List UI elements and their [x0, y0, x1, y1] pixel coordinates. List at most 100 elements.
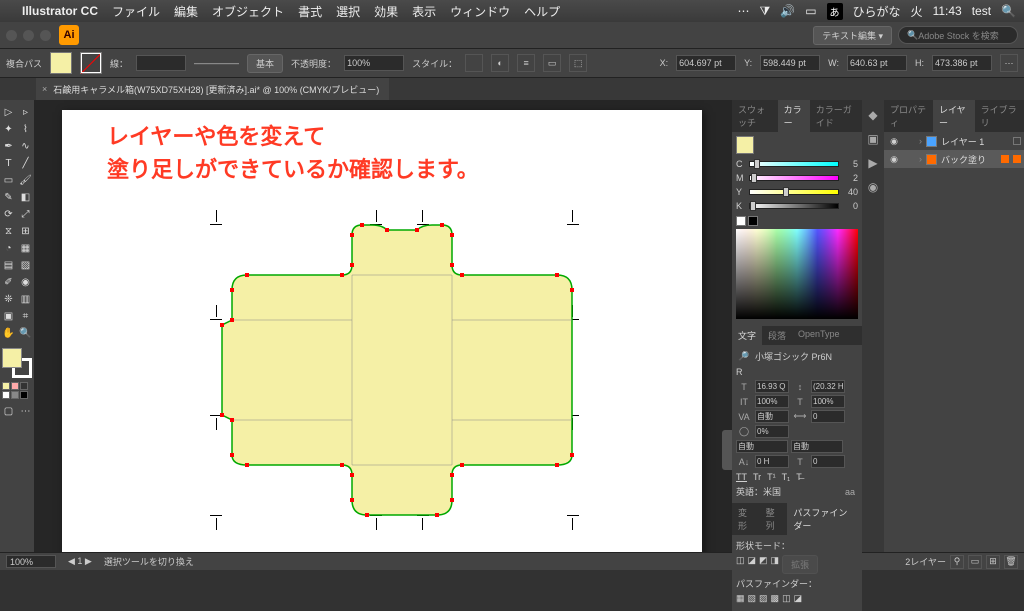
- hand-tool[interactable]: ✋: [0, 325, 17, 342]
- outline-button[interactable]: ◫: [782, 593, 791, 604]
- curvature-tool[interactable]: ∿: [17, 138, 34, 155]
- tab-pathfinder[interactable]: パスファインダー: [787, 503, 862, 535]
- window-zoom-button[interactable]: [40, 30, 51, 41]
- tab-swatches[interactable]: スウォッチ: [732, 100, 778, 132]
- direct-selection-tool[interactable]: ▹: [17, 104, 34, 121]
- menu-help[interactable]: ヘルプ: [524, 3, 560, 20]
- tab-character[interactable]: 文字: [732, 326, 762, 345]
- tab-align[interactable]: 整列: [760, 503, 788, 535]
- artboard-nav[interactable]: ◀ 1 ▶: [68, 556, 92, 567]
- char-rotate-input[interactable]: [811, 455, 845, 468]
- minus-front-button[interactable]: ◪: [748, 555, 757, 574]
- slice-tool[interactable]: ⌗: [17, 308, 34, 325]
- current-fill-swatch[interactable]: [736, 136, 754, 154]
- symbol-sprayer-tool[interactable]: ❊: [0, 291, 17, 308]
- lasso-tool[interactable]: ⌇: [17, 121, 34, 138]
- artboard-tool[interactable]: ▣: [0, 308, 17, 325]
- visibility-toggle-icon[interactable]: ◉: [887, 136, 901, 147]
- new-layer-button[interactable]: ⊞: [986, 555, 1000, 569]
- y-input[interactable]: [760, 55, 820, 71]
- layer-row[interactable]: ◉ › バック塗り: [884, 150, 1024, 168]
- rectangle-tool[interactable]: ▭: [0, 172, 17, 189]
- menu-effect[interactable]: 効果: [374, 3, 398, 20]
- user-name[interactable]: test: [972, 4, 991, 18]
- status-battery-icon[interactable]: ▭: [805, 4, 816, 18]
- shape-icon[interactable]: ▭: [543, 54, 561, 72]
- smallcaps-icon[interactable]: Tr: [753, 472, 761, 482]
- menu-view[interactable]: 表示: [412, 3, 436, 20]
- transform-icon[interactable]: ⬚: [569, 54, 587, 72]
- font-name-select[interactable]: 小塚ゴシック Pr6N: [755, 350, 858, 363]
- menu-type[interactable]: 書式: [298, 3, 322, 20]
- locate-layer-button[interactable]: ⚲: [950, 555, 964, 569]
- document-tab[interactable]: × 石鹸用キャラメル箱(W75XD75XH28) [更新済み].ai* @ 10…: [36, 78, 389, 100]
- baseline-shift-input[interactable]: [755, 455, 789, 468]
- stroke-swatch[interactable]: [80, 52, 102, 74]
- zoom-tool[interactable]: 🔍: [17, 325, 34, 342]
- menu-object[interactable]: オブジェクト: [212, 3, 284, 20]
- target-indicator[interactable]: [1013, 137, 1021, 145]
- font-search-icon[interactable]: 🔎: [736, 351, 752, 362]
- canvas-area[interactable]: レイヤーや色を変えて 塗り足しができているか確認します。: [34, 100, 732, 552]
- edit-toolbar-icon[interactable]: ⋯: [17, 403, 34, 420]
- delete-layer-button[interactable]: 🗑: [1004, 555, 1018, 569]
- status-wifi-icon[interactable]: ⋯: [738, 4, 750, 18]
- x-input[interactable]: [676, 55, 736, 71]
- menu-window[interactable]: ウィンドウ: [450, 3, 510, 20]
- strikethrough-icon[interactable]: T̶: [796, 472, 802, 482]
- underline-icon[interactable]: TT: [736, 472, 747, 482]
- eyedropper-tool[interactable]: ✐: [0, 274, 17, 291]
- fill-swatch[interactable]: [50, 52, 72, 74]
- trim-button[interactable]: ▧: [748, 593, 757, 604]
- leading-input[interactable]: [811, 380, 845, 393]
- char-opacity-input[interactable]: [755, 425, 789, 438]
- unite-button[interactable]: ◫: [736, 555, 745, 574]
- target-indicator[interactable]: [1001, 155, 1009, 163]
- ctrl-extras-icon[interactable]: ⋯: [1000, 54, 1018, 72]
- tab-layers[interactable]: レイヤー: [933, 100, 975, 132]
- intersect-button[interactable]: ◩: [759, 555, 768, 574]
- selection-tool[interactable]: ▷: [0, 104, 17, 121]
- merge-button[interactable]: ▨: [759, 593, 768, 604]
- tab-color[interactable]: カラー: [778, 100, 810, 132]
- tab-properties[interactable]: プロパティ: [884, 100, 933, 132]
- screen-mode-tool[interactable]: ▢: [0, 403, 17, 420]
- visibility-toggle-icon[interactable]: ◉: [887, 154, 901, 165]
- stroke-weight-input[interactable]: [136, 55, 186, 71]
- tab-paragraph[interactable]: 段落: [762, 326, 792, 345]
- perspective-tool[interactable]: ▦: [17, 240, 34, 257]
- free-transform-tool[interactable]: ⊞: [17, 223, 34, 240]
- w-input[interactable]: [847, 55, 907, 71]
- artboard[interactable]: レイヤーや色を変えて 塗り足しができているか確認します。: [62, 110, 702, 552]
- tab-close-icon[interactable]: ×: [42, 84, 47, 94]
- type-tool[interactable]: T: [0, 155, 17, 172]
- width-tool[interactable]: ⧖: [0, 223, 17, 240]
- gradient-tool[interactable]: ▨: [17, 257, 34, 274]
- eraser-tool[interactable]: ◧: [17, 189, 34, 206]
- hscale-input[interactable]: [811, 395, 845, 408]
- color-mode-swatches[interactable]: [2, 382, 32, 399]
- collapsed-symbols-icon[interactable]: ◉: [868, 180, 878, 194]
- cyan-slider[interactable]: [749, 161, 839, 167]
- panel-collapse-handle[interactable]: [722, 430, 732, 470]
- magic-wand-tool[interactable]: ✦: [0, 121, 17, 138]
- align-icon[interactable]: ≡: [517, 54, 535, 72]
- tab-transform[interactable]: 変形: [732, 503, 760, 535]
- collapsed-library-icon[interactable]: ▣: [867, 132, 878, 146]
- spotlight-icon[interactable]: 🔍: [1001, 4, 1016, 18]
- font-style-select[interactable]: R: [736, 367, 743, 377]
- black-slider[interactable]: [749, 203, 839, 209]
- rotate-tool[interactable]: ⟳: [0, 206, 17, 223]
- brush-preset[interactable]: 基本: [247, 54, 283, 73]
- ime-indicator[interactable]: あ: [827, 3, 843, 20]
- blend-tool[interactable]: ◉: [17, 274, 34, 291]
- tab-libraries[interactable]: ライブラリ: [975, 100, 1024, 132]
- expand-button[interactable]: 拡張: [782, 555, 818, 574]
- kerning-input[interactable]: [755, 410, 789, 423]
- crop-button[interactable]: ▩: [771, 593, 780, 604]
- vscale-input[interactable]: [755, 395, 789, 408]
- app-name[interactable]: Illustrator CC: [22, 4, 98, 18]
- window-minimize-button[interactable]: [23, 30, 34, 41]
- magenta-slider[interactable]: [749, 175, 839, 181]
- layer-row[interactable]: ◉ › レイヤー 1: [884, 132, 1024, 150]
